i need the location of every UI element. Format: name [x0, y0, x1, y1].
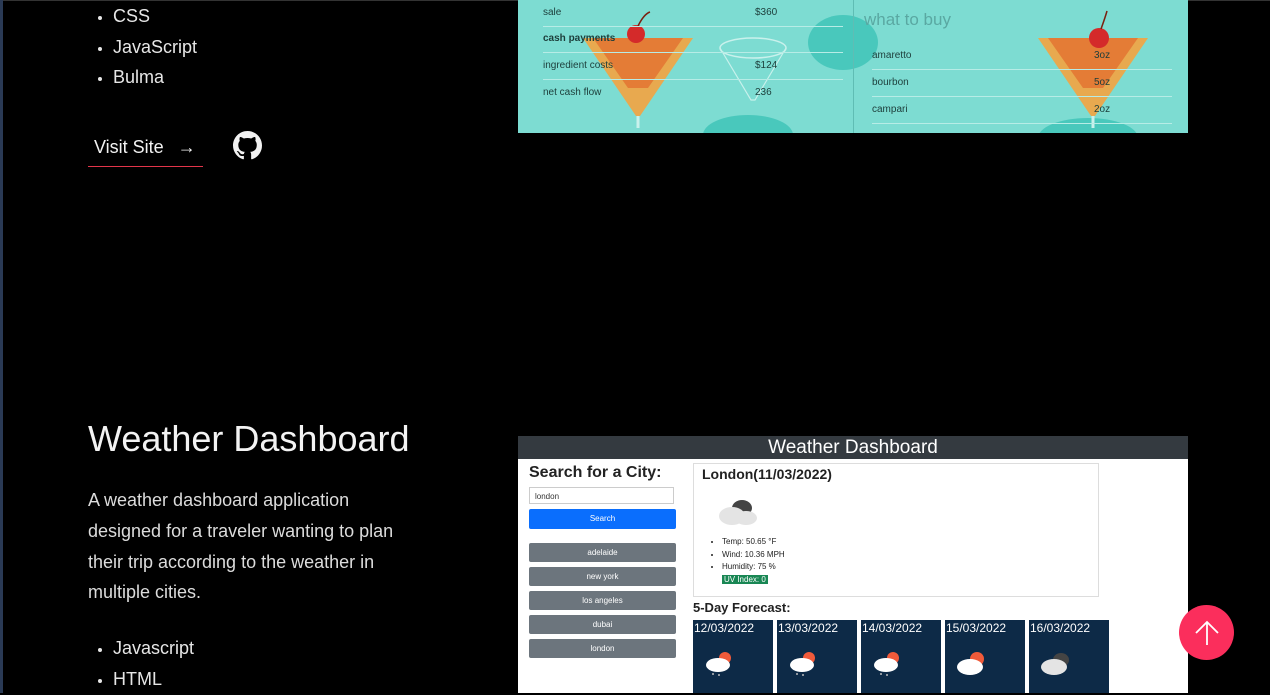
forecast-date: 13/03/2022	[778, 621, 839, 635]
city-button: dubai	[529, 615, 676, 634]
scroll-to-top-button[interactable]	[1179, 605, 1234, 660]
cash-row: sale $360	[543, 0, 843, 27]
github-icon[interactable]	[233, 131, 262, 160]
uv-badge: UV Index: 0	[722, 574, 768, 584]
buy-row: campari 2oz	[872, 97, 1172, 124]
project-title: Weather Dashboard	[88, 418, 410, 459]
rain-cloud-icon	[706, 652, 731, 676]
cash-row: net cash flow 236	[543, 87, 772, 98]
rain-cloud-icon	[874, 652, 899, 676]
buy-title: what to buy	[864, 10, 951, 29]
tech-item: JavaScript	[113, 32, 197, 63]
project-screenshot[interactable]: Weather Dashboard Search for a City: lon…	[518, 436, 1188, 693]
cash-row: ingredient costs $124	[543, 53, 843, 80]
city-button: adelaide	[529, 543, 676, 562]
wind-value: Wind: 10.36 MPH	[722, 549, 785, 562]
forecast-card: 12/03/2022	[693, 620, 773, 693]
project-description: A weather dashboard application designed…	[88, 490, 394, 603]
forecast-card: 13/03/2022	[777, 620, 857, 693]
city-button: london	[529, 639, 676, 658]
tech-item: HTML	[113, 664, 194, 695]
visit-site-link[interactable]: Visit Site →	[88, 128, 203, 167]
forecast-card: 16/03/2022	[1029, 620, 1109, 693]
forecast-title: 5-Day Forecast:	[693, 600, 791, 615]
search-button: Search	[529, 509, 676, 529]
visit-site-label: Visit Site	[94, 136, 164, 157]
buy-row: bourbon 5oz	[872, 70, 1172, 97]
dashboard-header: Weather Dashboard	[518, 436, 1188, 459]
window-left-edge	[0, 0, 3, 693]
current-weather-panel: London(11/03/2022) Temp: 50.65 °F Wind: …	[693, 463, 1099, 597]
tech-item: CSS	[113, 1, 197, 32]
forecast-card: 14/03/2022	[861, 620, 941, 693]
current-weather-details: Temp: 50.65 °F Wind: 10.36 MPH Humidity:…	[712, 536, 785, 586]
forecast-date: 12/03/2022	[694, 621, 755, 635]
tech-list: Javascript HTML	[88, 633, 194, 694]
humidity-value: Humidity: 75 %	[722, 561, 785, 574]
prev-project-screenshot[interactable]: sale $360 cash payments ingredient costs…	[518, 0, 1188, 133]
city-button: los angeles	[529, 591, 676, 610]
partly-cloudy-icon	[957, 652, 984, 675]
current-city: London(11/03/2022)	[702, 466, 832, 482]
temp-value: Temp: 50.65 °F	[722, 536, 785, 549]
cash-row: cash payments	[543, 26, 843, 53]
arrow-up-icon	[1194, 620, 1219, 645]
search-label: Search for a City:	[529, 464, 662, 481]
forecast-card: 15/03/2022	[945, 620, 1025, 693]
city-button: new york	[529, 567, 676, 586]
buy-row: amaretto 3oz	[872, 43, 1172, 70]
tech-item: Javascript	[113, 633, 194, 664]
cloud-icon	[719, 500, 757, 525]
cloud-icon	[1041, 653, 1069, 675]
rain-cloud-icon	[790, 652, 815, 676]
forecast-date: 16/03/2022	[1030, 621, 1091, 635]
forecast-date: 15/03/2022	[946, 621, 1007, 635]
uv-item: UV Index: 0	[722, 574, 785, 587]
forecast-date: 14/03/2022	[862, 621, 923, 635]
search-input: london	[529, 487, 674, 504]
column-divider	[853, 0, 854, 133]
prev-tech-list: CSS JavaScript Bulma	[88, 1, 197, 93]
tech-item: Bulma	[113, 62, 197, 93]
arrow-right-icon: →	[177, 136, 196, 157]
